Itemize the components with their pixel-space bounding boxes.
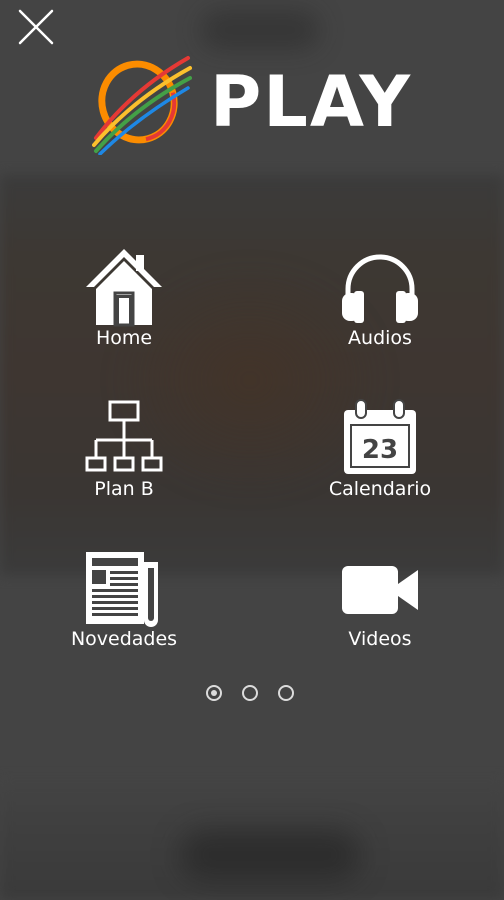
sitemap-icon [85, 400, 163, 472]
page-dot-1[interactable] [206, 685, 222, 701]
close-button[interactable] [16, 6, 56, 46]
menu-item-plan-b[interactable]: Plan B [44, 398, 204, 518]
menu-item-videos[interactable]: Videos [300, 548, 460, 668]
close-icon [18, 9, 54, 45]
page-dot-3[interactable] [278, 685, 294, 701]
menu-label-calendario: Calendario [328, 478, 432, 500]
app-logo: PLAY [92, 50, 422, 160]
home-icon [86, 249, 162, 327]
menu-item-novedades[interactable]: Novedades [44, 548, 204, 668]
newspaper-icon [86, 552, 158, 627]
calendar-icon: 23 [344, 399, 416, 474]
menu-label-novedades: Novedades [70, 628, 178, 650]
calendar-day-number: 23 [362, 435, 398, 465]
page-dot-2[interactable] [242, 685, 258, 701]
menu-label-plan-b: Plan B [94, 478, 154, 500]
menu-item-audios[interactable]: Audios [300, 247, 460, 367]
menu-label-audios: Audios [348, 327, 412, 349]
background-blur [200, 10, 320, 50]
logo-text: PLAY [210, 61, 413, 143]
page-indicator [204, 683, 304, 707]
background-bottom-detail [180, 830, 360, 880]
menu-item-home[interactable]: Home [44, 247, 204, 367]
menu-label-home: Home [95, 327, 153, 349]
menu-item-calendario[interactable]: 23 Calendario [300, 398, 460, 518]
play-logo-icon [92, 56, 192, 155]
menu-label-videos: Videos [348, 628, 412, 650]
headphones-icon [342, 254, 418, 323]
video-camera-icon [342, 566, 418, 614]
